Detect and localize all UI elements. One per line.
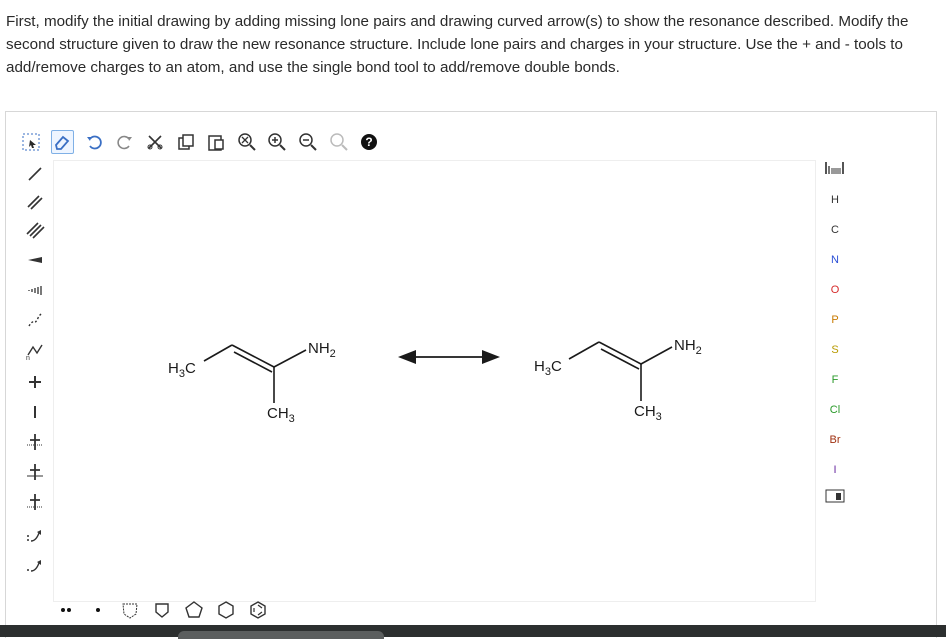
- help-icon[interactable]: ?: [358, 131, 380, 153]
- element-br[interactable]: Br: [818, 428, 852, 452]
- plus-minus-3-icon[interactable]: [20, 488, 50, 516]
- undo-icon[interactable]: [83, 131, 105, 153]
- template-icon[interactable]: [818, 488, 852, 512]
- element-f[interactable]: F: [818, 368, 852, 392]
- eraser-icon[interactable]: [50, 130, 75, 154]
- ch3-label-left: H3C: [168, 360, 196, 380]
- pentagon-icon[interactable]: [183, 599, 205, 621]
- nh2-label-left: NH2: [308, 340, 336, 360]
- taskbar: [0, 625, 946, 639]
- minus-charge-icon[interactable]: [20, 398, 50, 426]
- periodic-table-icon[interactable]: [818, 160, 852, 184]
- element-h[interactable]: H: [818, 188, 852, 212]
- color-icon[interactable]: [328, 131, 350, 153]
- zoom-out-icon[interactable]: [297, 131, 319, 153]
- wavy-bond-icon[interactable]: [20, 306, 50, 334]
- element-i[interactable]: I: [818, 458, 852, 482]
- taskbar-tab[interactable]: [178, 631, 384, 639]
- ch3-bottom-label-left: CH3: [267, 405, 295, 425]
- element-n[interactable]: N: [818, 248, 852, 272]
- cut-icon[interactable]: [144, 131, 166, 153]
- element-o[interactable]: O: [818, 278, 852, 302]
- plus-minus-2-icon[interactable]: [20, 458, 50, 486]
- molecule-svg: H3C NH2 CH3 H3C NH2 CH3: [168, 337, 702, 425]
- select-icon[interactable]: [20, 131, 42, 153]
- element-p[interactable]: P: [818, 308, 852, 332]
- chain-icon[interactable]: n: [20, 336, 50, 364]
- bond-toolbar: n: [20, 160, 50, 580]
- curved-arrow-single-icon[interactable]: [20, 522, 50, 550]
- ch3-label-right: H3C: [534, 358, 562, 378]
- redo-icon[interactable]: [114, 131, 136, 153]
- triple-bond-icon[interactable]: [20, 216, 50, 244]
- element-s[interactable]: S: [818, 338, 852, 362]
- paste-icon[interactable]: [205, 131, 227, 153]
- benzene-icon[interactable]: [247, 599, 269, 621]
- nh2-label-right: NH2: [674, 337, 702, 357]
- copy-icon[interactable]: [175, 131, 197, 153]
- plus-minus-1-icon[interactable]: [20, 428, 50, 456]
- hexagon-icon[interactable]: [215, 599, 237, 621]
- radical-icon[interactable]: [87, 599, 109, 621]
- molecule-left[interactable]: H3C NH2 CH3: [168, 340, 336, 425]
- ring-template-icon[interactable]: [119, 599, 141, 621]
- svg-text:n: n: [26, 355, 30, 361]
- cyclopentane-icon[interactable]: [151, 599, 173, 621]
- clear-zoom-icon[interactable]: [236, 131, 258, 153]
- curved-arrow-double-icon[interactable]: [20, 552, 50, 580]
- hash-bond-icon[interactable]: [20, 276, 50, 304]
- drawing-canvas[interactable]: H3C NH2 CH3 H3C NH2 CH3: [53, 160, 816, 602]
- single-bond-icon[interactable]: [20, 160, 50, 188]
- plus-charge-icon[interactable]: [20, 368, 50, 396]
- top-toolbar: ?: [20, 125, 380, 159]
- double-bond-icon[interactable]: [20, 188, 50, 216]
- bottom-toolbar: [55, 597, 295, 623]
- zoom-in-icon[interactable]: [267, 131, 289, 153]
- lone-pair-icon[interactable]: [55, 599, 77, 621]
- instructions-text: First, modify the initial drawing by add…: [6, 13, 909, 76]
- element-cl[interactable]: Cl: [818, 398, 852, 422]
- molecule-right[interactable]: H3C NH2 CH3: [534, 337, 702, 423]
- resonance-arrow: [398, 350, 500, 364]
- element-c[interactable]: C: [818, 218, 852, 242]
- wedge-bond-icon[interactable]: [20, 246, 50, 274]
- svg-text:?: ?: [365, 135, 372, 149]
- ch3-bottom-label-right: CH3: [634, 403, 662, 423]
- element-toolbar: H C N O P S F Cl Br I: [818, 160, 852, 520]
